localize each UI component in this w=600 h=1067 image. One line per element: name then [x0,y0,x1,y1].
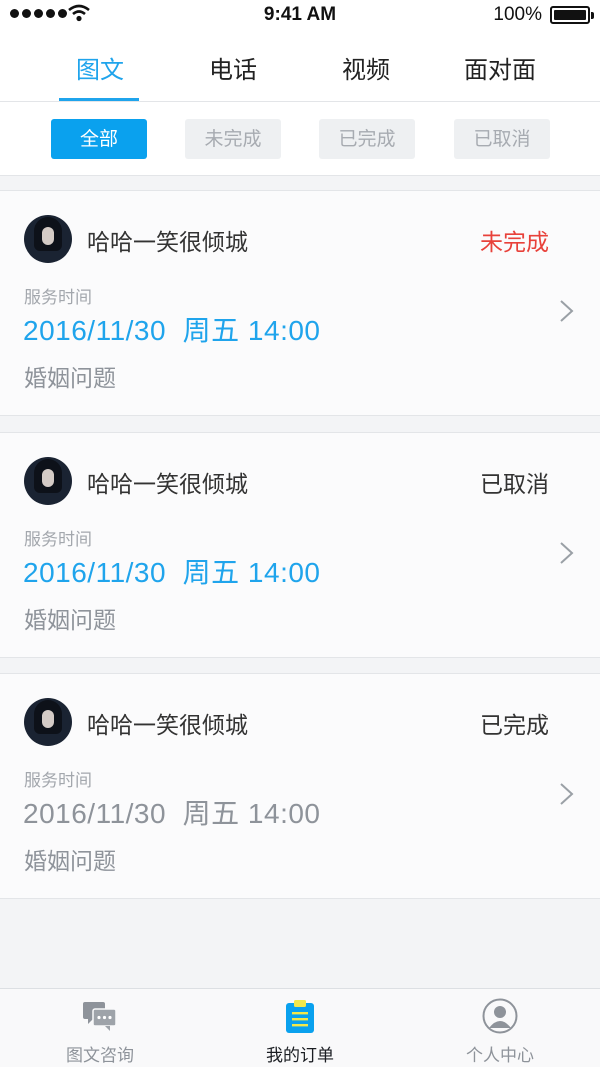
user-profile-icon [482,998,518,1034]
order-card[interactable]: 哈哈一笑很倾城 已取消 服务时间 2016/11/30 周五 14:00 婚姻问… [0,432,600,658]
chevron-right-icon [560,300,574,322]
service-date: 2016/11/30 [23,557,167,588]
avatar [24,698,72,746]
service-clock: 14:00 [247,315,321,346]
nav-label: 图文咨询 [66,1046,134,1066]
service-weekday: 周五 [182,557,240,588]
filter-incomplete[interactable]: 未完成 [185,119,281,159]
filter-all[interactable]: 全部 [51,119,147,159]
chevron-right-icon [560,542,574,564]
service-clock: 14:00 [247,557,321,588]
clipboard-list-icon [286,1000,314,1033]
nav-item-profile[interactable]: 个人中心 [400,989,600,1067]
consult-topic: 婚姻问题 [24,849,116,875]
tab-face-to-face[interactable]: 面对面 [440,50,560,85]
order-card[interactable]: 哈哈一笑很倾城 已完成 服务时间 2016/11/30 周五 14:00 婚姻问… [0,673,600,899]
order-status: 未完成 [480,230,549,256]
consult-topic: 婚姻问题 [24,366,116,392]
service-time-label: 服务时间 [24,530,92,550]
service-weekday: 周五 [182,798,240,829]
user-name: 哈哈一笑很倾城 [87,472,248,498]
order-card[interactable]: 哈哈一笑很倾城 未完成 服务时间 2016/11/30 周五 14:00 婚姻问… [0,190,600,416]
user-name: 哈哈一笑很倾城 [87,713,248,739]
nav-item-consult[interactable]: 图文咨询 [0,989,200,1067]
nav-item-orders[interactable]: 我的订单 [200,989,400,1067]
battery-percent: 100% [493,4,542,25]
service-time-value: 2016/11/30 周五 14:00 [23,309,321,349]
bottom-nav: 图文咨询 我的订单 个人中心 [0,988,600,1067]
battery-icon [550,6,594,24]
active-tab-indicator [59,98,139,101]
service-date: 2016/11/30 [23,798,167,829]
user-name: 哈哈一笑很倾城 [87,230,248,256]
chevron-right-icon [560,783,574,805]
tab-video[interactable]: 视频 [306,50,426,85]
service-time-value: 2016/11/30 周五 14:00 [23,551,321,591]
service-weekday: 周五 [182,315,240,346]
order-status: 已完成 [480,713,549,739]
tab-graphic-text[interactable]: 图文 [40,50,160,85]
nav-label: 我的订单 [266,1046,334,1066]
status-filter-bar: 全部 未完成 已完成 已取消 [0,102,600,176]
nav-label: 个人中心 [466,1046,534,1066]
chat-bubbles-icon [83,1002,117,1031]
service-time-label: 服务时间 [24,288,92,308]
category-tabs: 图文 电话 视频 面对面 [0,30,600,102]
order-status: 已取消 [480,472,549,498]
filter-cancelled[interactable]: 已取消 [454,119,550,159]
avatar [24,215,72,263]
filter-completed[interactable]: 已完成 [319,119,415,159]
service-clock: 14:00 [247,798,321,829]
consult-topic: 婚姻问题 [24,608,116,634]
avatar [24,457,72,505]
tab-phone[interactable]: 电话 [173,50,293,85]
service-time-label: 服务时间 [24,771,92,791]
service-date: 2016/11/30 [23,315,167,346]
status-bar: 9:41 AM 100% [0,0,600,30]
service-time-value: 2016/11/30 周五 14:00 [23,792,321,832]
